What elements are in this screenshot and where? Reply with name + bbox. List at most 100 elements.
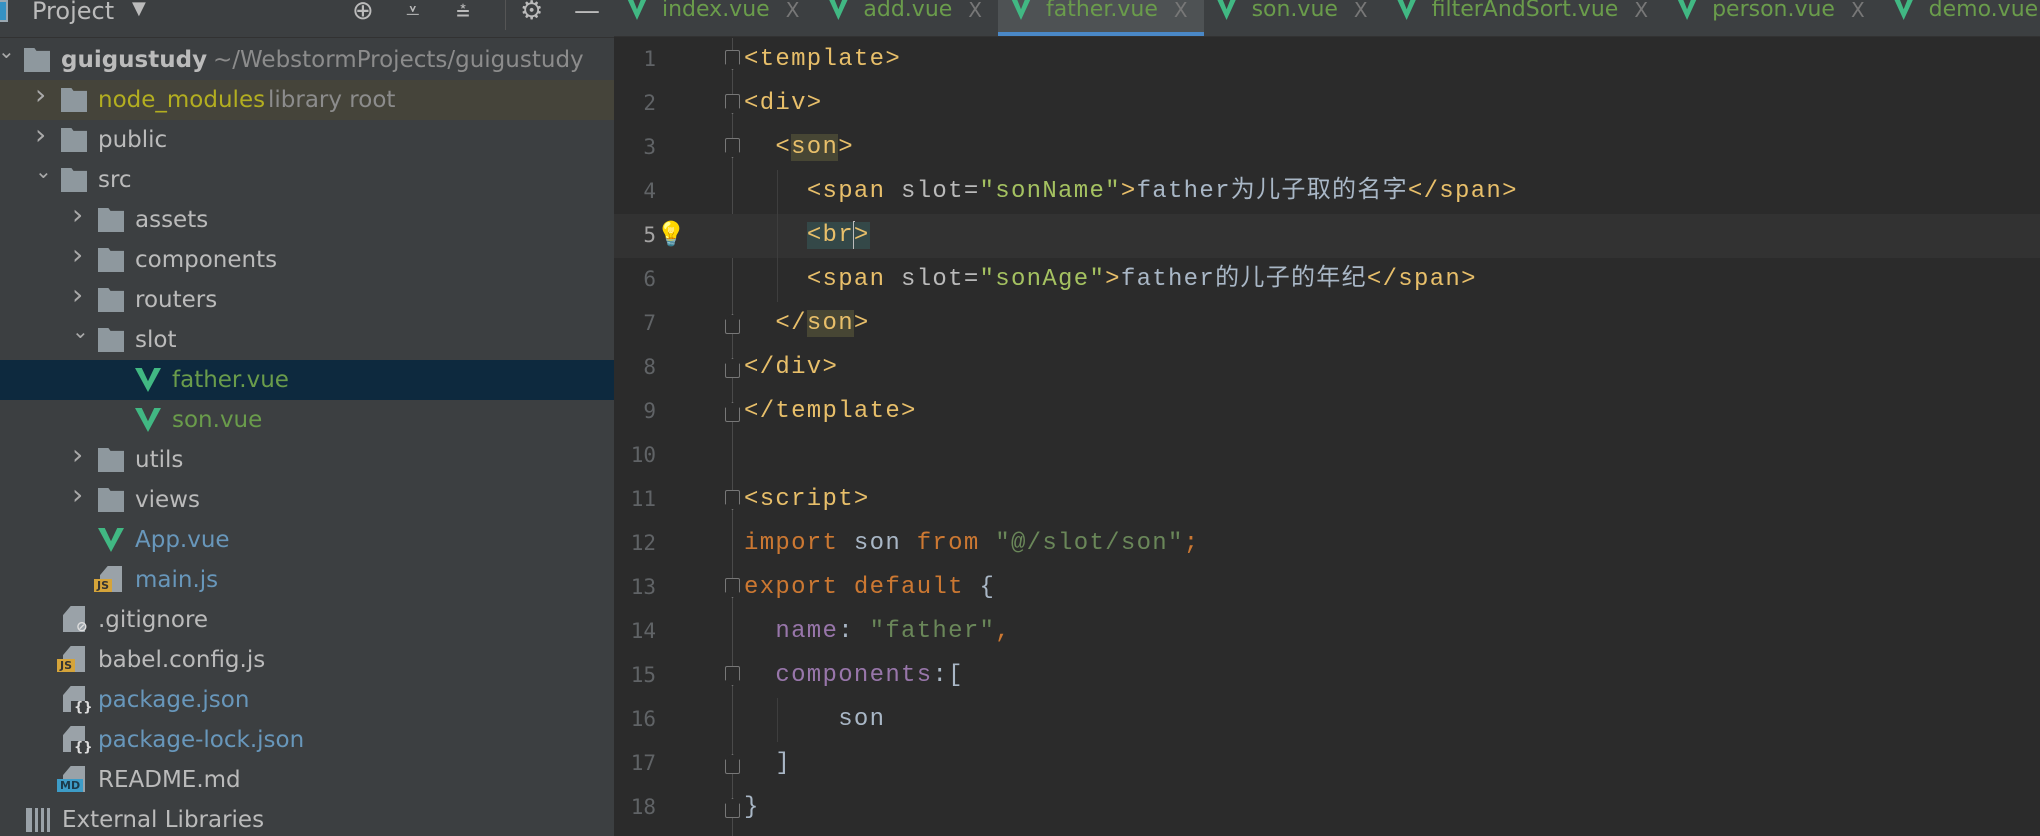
fold-collapse-icon[interactable] <box>725 138 740 158</box>
tree-item-label: package-lock.json <box>98 727 305 753</box>
fold-expand-icon[interactable] <box>725 358 740 378</box>
tree-item[interactable]: JS main.js <box>0 560 614 600</box>
tab-father[interactable]: father.vue X <box>998 0 1204 36</box>
chevron-right-icon[interactable]: › <box>35 81 46 109</box>
tree-item[interactable]: {} package-lock.json <box>0 720 614 760</box>
vue-file-icon <box>626 0 648 20</box>
chevron-right-icon[interactable]: › <box>72 281 83 309</box>
gear-icon[interactable]: ⚙ <box>520 0 543 26</box>
tree-item[interactable]: › routers <box>0 280 614 320</box>
chevron-right-icon[interactable]: › <box>72 481 83 509</box>
chevron-down-icon[interactable]: ⌄ <box>35 158 52 184</box>
project-view-selector[interactable]: Project <box>32 0 114 26</box>
chevron-right-icon[interactable]: › <box>72 241 83 269</box>
tab-add[interactable]: add.vue X <box>815 0 998 36</box>
code-text: <script> <box>744 484 870 516</box>
tree-item[interactable]: › views <box>0 480 614 520</box>
tree-item[interactable]: ⌄ src <box>0 158 614 200</box>
tree-item[interactable]: ⌄ slot <box>0 318 614 360</box>
tab-demo[interactable]: demo.vueX <box>1881 0 2040 36</box>
fold-expand-icon[interactable] <box>725 314 740 334</box>
chevron-right-icon[interactable]: › <box>72 441 83 469</box>
tree-item[interactable]: ⌄ guigustudy ~/WebstormProjects/guigustudy <box>0 38 614 80</box>
code-token: father为儿子取的名字 <box>1136 178 1408 205</box>
tree-item[interactable]: › utils <box>0 440 614 480</box>
locate-icon[interactable]: ⊕ <box>352 0 374 26</box>
code-line: 9 </template> <box>614 390 2040 434</box>
code-line: 4 <span slot="sonName">father为儿子取的名字</sp… <box>614 170 2040 214</box>
folder-icon <box>61 88 87 112</box>
chevron-down-icon[interactable]: ⌄ <box>0 38 15 64</box>
tree-item-label: views <box>135 487 200 513</box>
line-number: 6 <box>643 267 656 291</box>
code-token: <template> <box>744 46 902 73</box>
line-number: 17 <box>630 751 656 775</box>
tree-item[interactable]: {} package.json <box>0 680 614 720</box>
code-line: 14 name: "father", <box>614 610 2040 654</box>
tree-item[interactable]: father.vue <box>0 360 614 400</box>
fold-collapse-icon[interactable] <box>725 50 740 70</box>
file-type-badge: JS <box>94 579 113 592</box>
code-token: son <box>806 310 854 337</box>
vue-file-icon <box>98 528 124 552</box>
fold-expand-icon[interactable] <box>725 754 740 774</box>
hide-icon[interactable]: — <box>574 0 600 26</box>
close-icon[interactable]: X <box>1174 0 1188 22</box>
tree-item[interactable]: External Libraries <box>0 800 614 836</box>
tab-person[interactable]: person.vue X <box>1664 0 1881 36</box>
file-type-badge: MD <box>57 779 84 792</box>
code-token: </div> <box>744 354 839 381</box>
tree-item[interactable]: ⊘ .gitignore <box>0 600 614 640</box>
tree-item[interactable]: › assets <box>0 200 614 240</box>
close-icon[interactable]: X <box>1851 0 1865 22</box>
lightbulb-icon[interactable]: 💡 <box>656 220 686 248</box>
code-token: "sonName" <box>979 178 1121 205</box>
fold-collapse-icon[interactable] <box>725 666 740 686</box>
close-icon[interactable]: X <box>786 0 800 22</box>
code-editor[interactable]: 1 <template> 2 <div> 3 <son> 4 <span slot="so… <box>614 38 2040 836</box>
code-token: </span> <box>1366 266 1477 293</box>
fold-expand-icon[interactable] <box>725 402 740 422</box>
tree-item[interactable]: son.vue <box>0 400 614 440</box>
code-token: son <box>744 706 886 733</box>
tree-item[interactable]: › public <box>0 120 614 160</box>
editor-tabs: index.vue X add.vue Xfather.vue Xson.vue Xfil… <box>614 0 2040 37</box>
chevron-down-icon[interactable]: ⌄ <box>72 318 89 344</box>
code-token: </template> <box>744 398 917 425</box>
fold-collapse-icon[interactable] <box>725 94 740 114</box>
close-icon[interactable]: X <box>968 0 982 22</box>
close-icon[interactable]: X <box>1354 0 1368 22</box>
tree-item[interactable]: MD README.md <box>0 760 614 800</box>
js-file-icon: JS <box>57 646 87 672</box>
chevron-right-icon[interactable]: › <box>72 201 83 229</box>
code-line: 13 export default { <box>614 566 2040 610</box>
expand-all-icon[interactable]: ⩡ <box>406 0 420 26</box>
chevron-down-icon[interactable]: ▼ <box>132 0 146 19</box>
close-icon[interactable]: X <box>1634 0 1648 22</box>
code-token: "@/slot/son" <box>995 530 1184 557</box>
tree-item[interactable]: › node_modules library root <box>0 80 614 120</box>
tree-item-label: father.vue <box>172 367 289 393</box>
line-number: 5 <box>643 223 656 247</box>
folder-icon <box>61 128 87 152</box>
code-token: son <box>853 530 917 557</box>
vue-file-icon <box>1892 0 1915 20</box>
code-line: 6 <span slot="sonAge">father的儿子的年纪</span… <box>614 258 2040 302</box>
code-line: 18} <box>614 786 2040 830</box>
tree-item-label: assets <box>135 207 209 233</box>
collapse-all-icon[interactable]: ⩮ <box>456 0 470 26</box>
tree-item[interactable]: › components <box>0 240 614 280</box>
line-number: 10 <box>630 443 656 467</box>
tab-label: add.vue <box>863 0 953 22</box>
tab-index[interactable]: index.vue X <box>614 0 815 36</box>
chevron-right-icon[interactable]: › <box>35 121 46 149</box>
fold-expand-icon[interactable] <box>725 798 740 818</box>
tree-item[interactable]: JS babel.config.js <box>0 640 614 680</box>
code-token: , <box>995 618 1011 645</box>
fold-collapse-icon[interactable] <box>725 490 740 510</box>
tab-filterAndSort[interactable]: filterAndSort.vue X <box>1384 0 1664 36</box>
fold-collapse-icon[interactable] <box>725 578 740 598</box>
tab-son[interactable]: son.vue X <box>1204 0 1384 36</box>
tree-item[interactable]: App.vue <box>0 520 614 560</box>
